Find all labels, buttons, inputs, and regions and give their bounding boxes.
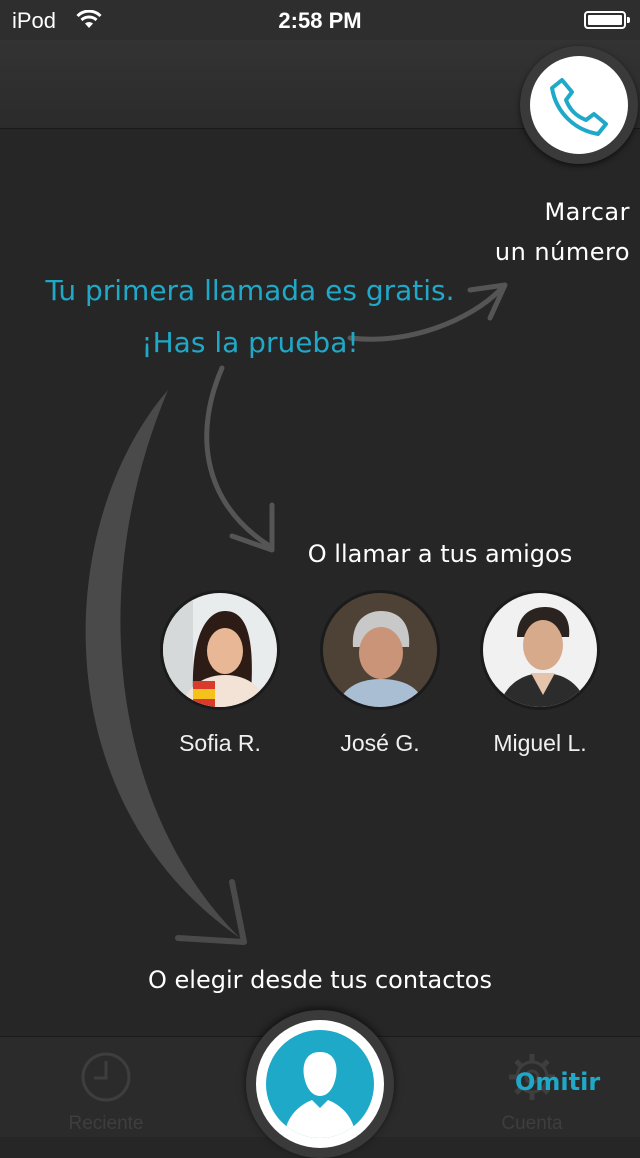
tab-recent-label: Reciente bbox=[68, 1113, 144, 1134]
avatar bbox=[480, 590, 600, 710]
friend-name: Miguel L. bbox=[493, 730, 587, 756]
promo-message: Tu primera llamada es gratis. ¡Has la pr… bbox=[0, 265, 500, 369]
promo-line-2: ¡Has la prueba! bbox=[141, 326, 359, 359]
dial-number-button[interactable] bbox=[520, 46, 638, 164]
phone-icon bbox=[550, 78, 608, 136]
arrow-to-friends bbox=[204, 365, 271, 548]
clock-icon bbox=[81, 1052, 131, 1102]
friends-title: O llamar a tus amigos bbox=[307, 540, 573, 568]
avatar bbox=[320, 590, 440, 710]
skip-button[interactable]: Omitir bbox=[515, 1068, 600, 1096]
friend-name: José G. bbox=[340, 730, 420, 756]
contacts-title: O elegir desde tus contactos bbox=[147, 966, 492, 994]
dial-number-label: Marcar un número bbox=[494, 198, 630, 266]
avatar bbox=[160, 590, 280, 710]
promo-line-1: Tu primera llamada es gratis. bbox=[45, 274, 455, 307]
person-icon bbox=[284, 1052, 356, 1138]
friend-name: Sofia R. bbox=[179, 730, 261, 756]
tab-account-label: Cuenta bbox=[501, 1113, 563, 1134]
tab-recent[interactable]: Reciente bbox=[26, 1037, 186, 1137]
friend-miguel[interactable]: Miguel L. bbox=[460, 590, 620, 757]
friend-jose[interactable]: José G. bbox=[300, 590, 460, 757]
friend-sofia[interactable]: Sofia R. bbox=[140, 590, 300, 757]
